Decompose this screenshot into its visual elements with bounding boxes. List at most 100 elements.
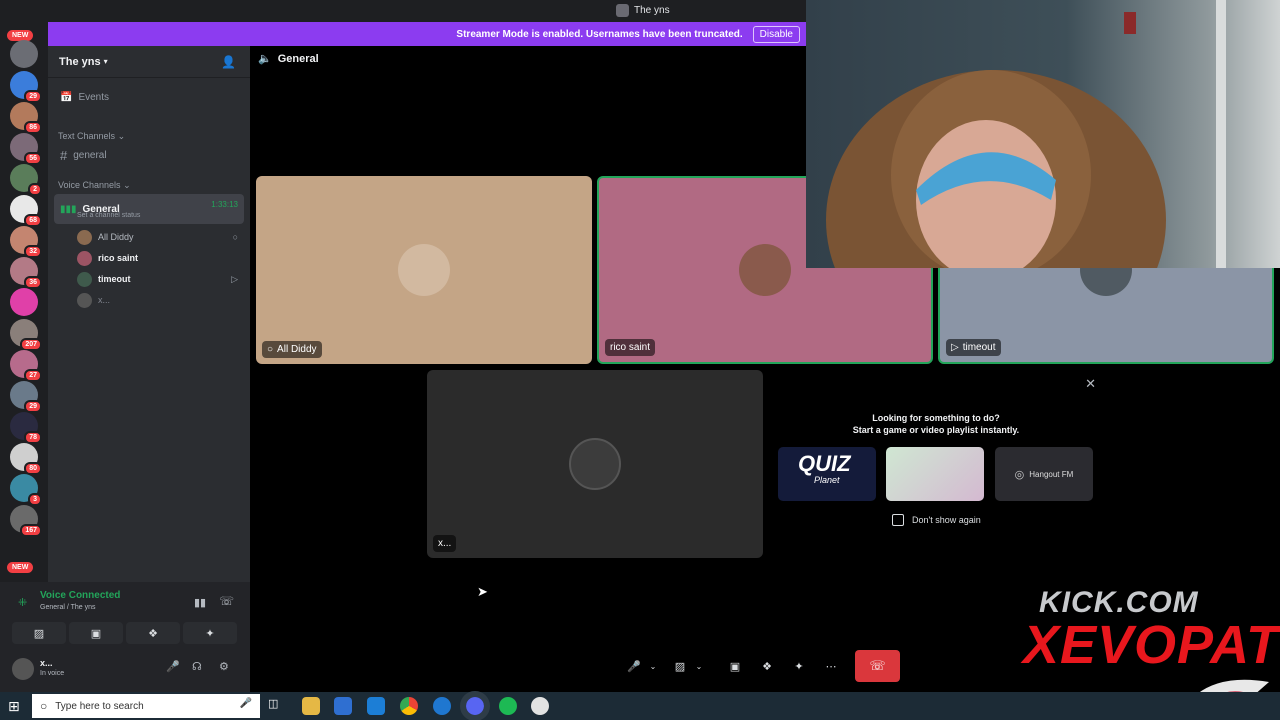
participant-label: rico saint (605, 339, 656, 356)
chick-game-activity[interactable] (886, 447, 984, 501)
events-item[interactable]: 📅 Events (54, 87, 244, 107)
server-icon[interactable]: 3 (10, 474, 42, 506)
task-view-icon[interactable]: ◫ (268, 697, 286, 715)
noise-suppression-icon[interactable]: ▮▮ (194, 596, 206, 609)
category-voice-channels[interactable]: Voice Channels ⌄ (58, 180, 131, 191)
server-icon[interactable]: 29 (10, 381, 42, 413)
server-icon[interactable]: 29 (10, 71, 42, 103)
obs-icon[interactable] (531, 697, 549, 715)
category-text-channels[interactable]: Text Channels ⌄ (58, 131, 125, 142)
screen-share-button[interactable]: ▣ (69, 622, 123, 644)
server-icon[interactable]: 80 (10, 443, 42, 475)
windows-taskbar: ⊞ ○ Type here to search 🎤 ◫ (0, 691, 1280, 720)
channel-status-link[interactable]: Set a channel status (77, 212, 140, 219)
file-explorer-icon[interactable] (302, 697, 320, 715)
participant-label: ▷ timeout (946, 339, 1001, 356)
unread-badge: 80 (24, 462, 42, 475)
disable-streamer-mode-button[interactable]: Disable (752, 25, 800, 43)
signal-icon[interactable]: ⁜ (18, 596, 27, 609)
participant-tile[interactable]: ○ All Diddy (256, 176, 592, 364)
microphone-button[interactable]: 🎤 (624, 655, 644, 677)
member-item[interactable]: x... (77, 291, 110, 309)
edge-icon[interactable] (433, 697, 451, 715)
soundboard-button[interactable]: ✦ (789, 655, 809, 677)
playstation-icon: ▷ (951, 342, 959, 353)
activities-button[interactable]: ❖ (757, 655, 777, 677)
server-icon[interactable]: 207 (10, 319, 42, 351)
unread-badge: 29 (24, 400, 42, 413)
quiz-planet-activity[interactable]: QUIZ Planet (778, 447, 876, 501)
voice-panel: ⁜ Voice Connected General / The yns ▮▮ ☏… (0, 582, 250, 692)
member-name: x... (98, 295, 111, 305)
member-item[interactable]: rico saint (77, 249, 138, 267)
server-icon[interactable]: 2 (10, 164, 42, 196)
activities-button[interactable]: ❖ (126, 622, 180, 644)
unread-badge: 29 (24, 90, 42, 103)
channel-general-text[interactable]: # general (54, 145, 244, 165)
chevron-down-icon: ⌄ (695, 661, 703, 671)
disconnect-icon[interactable]: ☏ (219, 594, 234, 608)
server-icon[interactable] (10, 288, 38, 316)
playstation-icon: ▷ (231, 274, 238, 284)
invite-people-icon[interactable]: 👤 (221, 55, 236, 69)
participant-name: All Diddy (277, 344, 317, 355)
participant-tile[interactable]: x... (427, 370, 763, 558)
hash-icon: # (60, 147, 68, 163)
server-icon[interactable] (10, 40, 38, 68)
spotify-icon[interactable] (499, 697, 517, 715)
server-icon[interactable]: 167 (10, 505, 42, 537)
windows-start-icon[interactable]: ⊞ (8, 698, 20, 715)
microphone-icon[interactable]: 🎤 (166, 660, 180, 673)
leave-call-button[interactable]: ☏ (855, 650, 900, 682)
server-icon[interactable]: 56 (10, 133, 42, 165)
dont-show-again-checkbox[interactable] (892, 514, 904, 526)
avatar (77, 229, 92, 245)
server-icon[interactable]: 32 (10, 226, 42, 258)
close-icon[interactable]: ✕ (1085, 376, 1096, 392)
headphones-icon[interactable]: ☊ (192, 660, 202, 673)
share-screen-button[interactable]: ▣ (725, 655, 745, 677)
activity-subheading: Start a game or video playlist instantly… (852, 425, 1020, 435)
chrome-icon[interactable] (400, 697, 418, 715)
mail-icon[interactable] (367, 697, 385, 715)
avatar (77, 292, 92, 308)
microsoft-store-icon[interactable] (334, 697, 352, 715)
camera-button[interactable]: ▨ (670, 655, 690, 677)
participant-label: ○ All Diddy (262, 341, 322, 358)
user-status: In voice (40, 670, 65, 677)
hangout-fm-activity[interactable]: ◎ Hangout FM (995, 447, 1093, 501)
member-item[interactable]: timeout (77, 270, 131, 288)
server-icon (616, 4, 629, 17)
server-icon[interactable]: 78 (10, 412, 42, 444)
taskbar-search-input[interactable]: Type here to search (55, 701, 143, 712)
server-icon[interactable]: 68 (10, 195, 42, 227)
avatar (77, 271, 92, 287)
new-badge-bottom: NEW (7, 562, 34, 573)
category-label: Text Channels (58, 131, 116, 141)
server-header[interactable]: The yns ▾ 👤 (48, 46, 250, 78)
server-icon[interactable]: 36 (10, 257, 42, 289)
voice-activity-icon: ▮▮▮ (60, 203, 77, 215)
soundboard-icon: ✦ (794, 660, 804, 673)
server-name: The yns (59, 55, 101, 68)
voice-connected-status: Voice Connected (40, 590, 121, 601)
unread-badge: 167 (20, 524, 42, 537)
server-icon[interactable]: 27 (10, 350, 42, 382)
camera-off-button[interactable]: ▨ (12, 622, 66, 644)
settings-gear-icon[interactable]: ⚙ (219, 660, 229, 673)
discord-icon[interactable] (460, 691, 490, 720)
camera-options-button[interactable]: ⌄ (692, 655, 706, 677)
channel-general-voice[interactable]: ▮▮▮ General 1:33:13 Set a channel status (54, 194, 244, 224)
taskbar-search[interactable]: ○ Type here to search 🎤 (32, 694, 260, 718)
soundboard-button[interactable]: ✦ (183, 622, 237, 644)
hangout-fm-icon: ◎ (1014, 468, 1025, 481)
mouse-cursor-icon: ➤ (477, 584, 488, 599)
server-icon[interactable]: 86 (10, 102, 42, 134)
more-options-button[interactable]: ⋯ (821, 655, 841, 677)
user-avatar[interactable] (12, 658, 34, 680)
dont-show-again[interactable]: Don't show again (892, 514, 981, 526)
member-item[interactable]: All Diddy (77, 228, 134, 246)
microphone-icon[interactable]: 🎤 (240, 698, 252, 709)
unread-badge: 27 (24, 369, 42, 382)
microphone-options-button[interactable]: ⌄ (646, 655, 660, 677)
